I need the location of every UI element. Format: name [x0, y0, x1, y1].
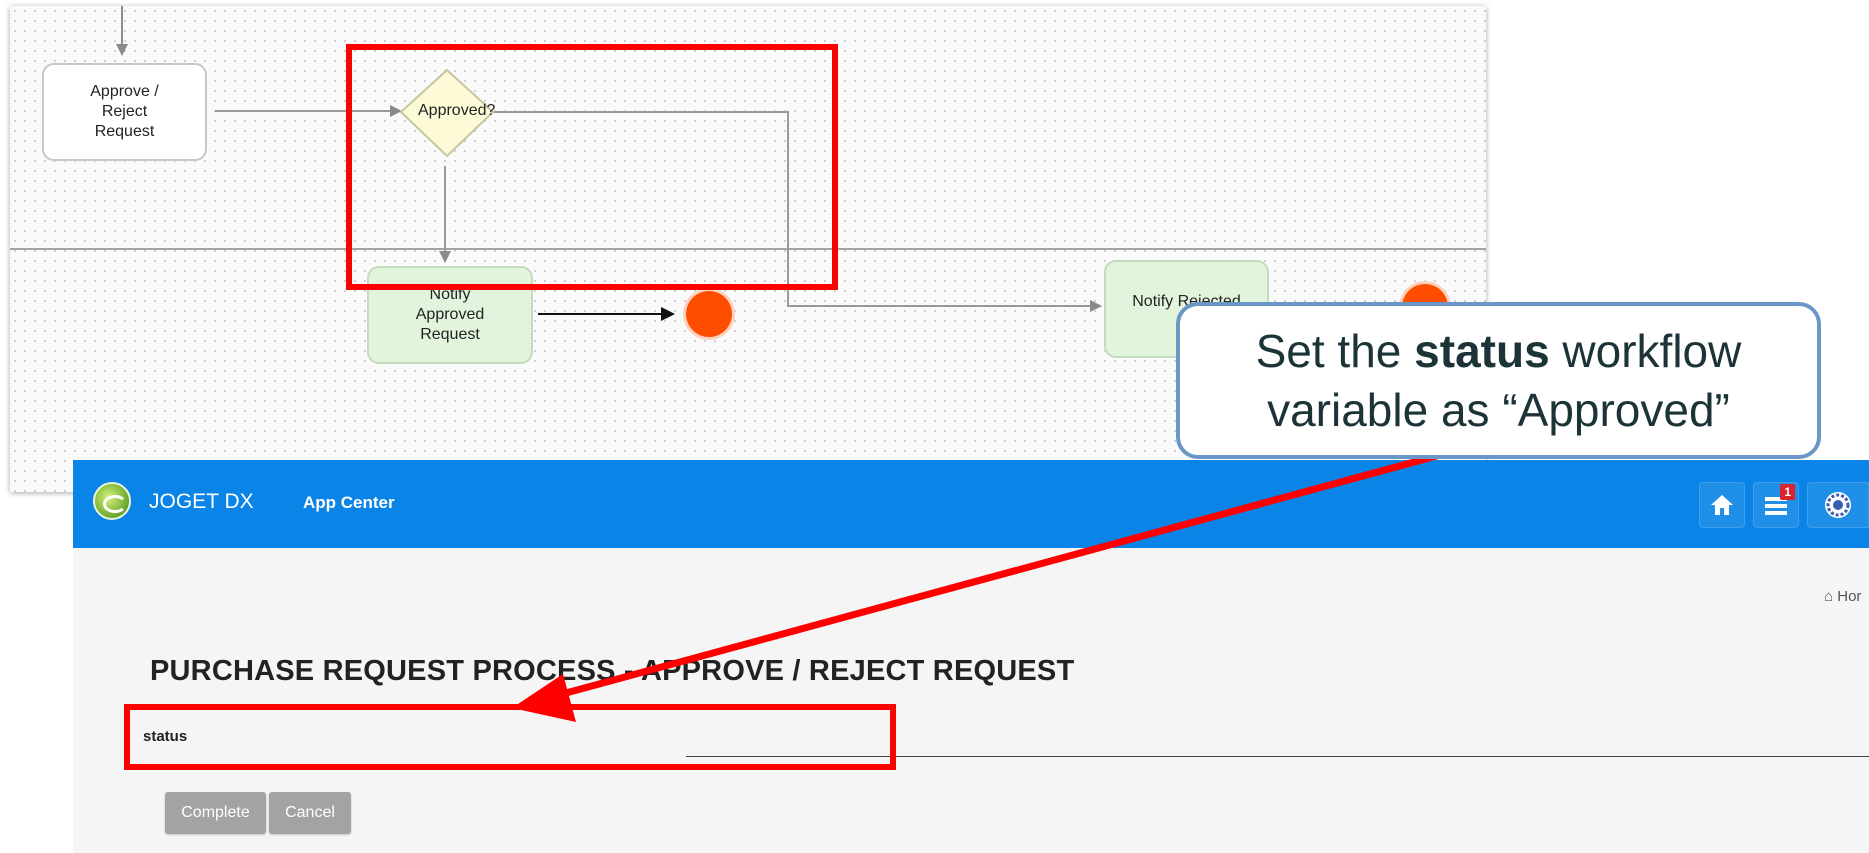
breadcrumb-home: Hor	[1837, 588, 1862, 605]
home-small-icon: ⌂	[1824, 588, 1834, 605]
status-highlight-box	[124, 704, 896, 770]
cancel-button[interactable]: Cancel	[269, 792, 351, 834]
complete-button[interactable]: Complete	[165, 792, 266, 834]
callout-prefix: Set the	[1255, 325, 1415, 377]
activity-approve-reject-label: Approve / Reject Request	[90, 83, 159, 140]
app-center-link[interactable]: App Center	[303, 493, 395, 513]
joget-logo-icon[interactable]	[93, 482, 131, 520]
top-navbar: JOGET DX App Center 1	[73, 460, 1869, 548]
callout-bold: status	[1414, 325, 1550, 377]
inbox-button[interactable]: 1	[1753, 482, 1799, 528]
home-icon	[1711, 495, 1733, 515]
breadcrumb[interactable]: ⌂ Hor	[1824, 588, 1861, 605]
instruction-callout: Set the status workflow variable as “App…	[1176, 302, 1821, 459]
activity-approve-reject[interactable]: Approve / Reject Request	[42, 63, 207, 161]
end-event-approved[interactable]	[686, 291, 732, 337]
inbox-count-badge: 1	[1780, 484, 1795, 500]
home-button[interactable]	[1699, 482, 1745, 528]
activity-notify-approved-label: Notify Approved Request	[415, 286, 485, 343]
user-menu-button[interactable]	[1807, 482, 1869, 528]
brand-name[interactable]: JOGET DX	[149, 490, 254, 514]
page-title: PURCHASE REQUEST PROCESS - APPROVE / REJ…	[150, 655, 1075, 687]
decision-highlight-box	[346, 44, 838, 290]
user-avatar-icon	[1825, 492, 1851, 518]
